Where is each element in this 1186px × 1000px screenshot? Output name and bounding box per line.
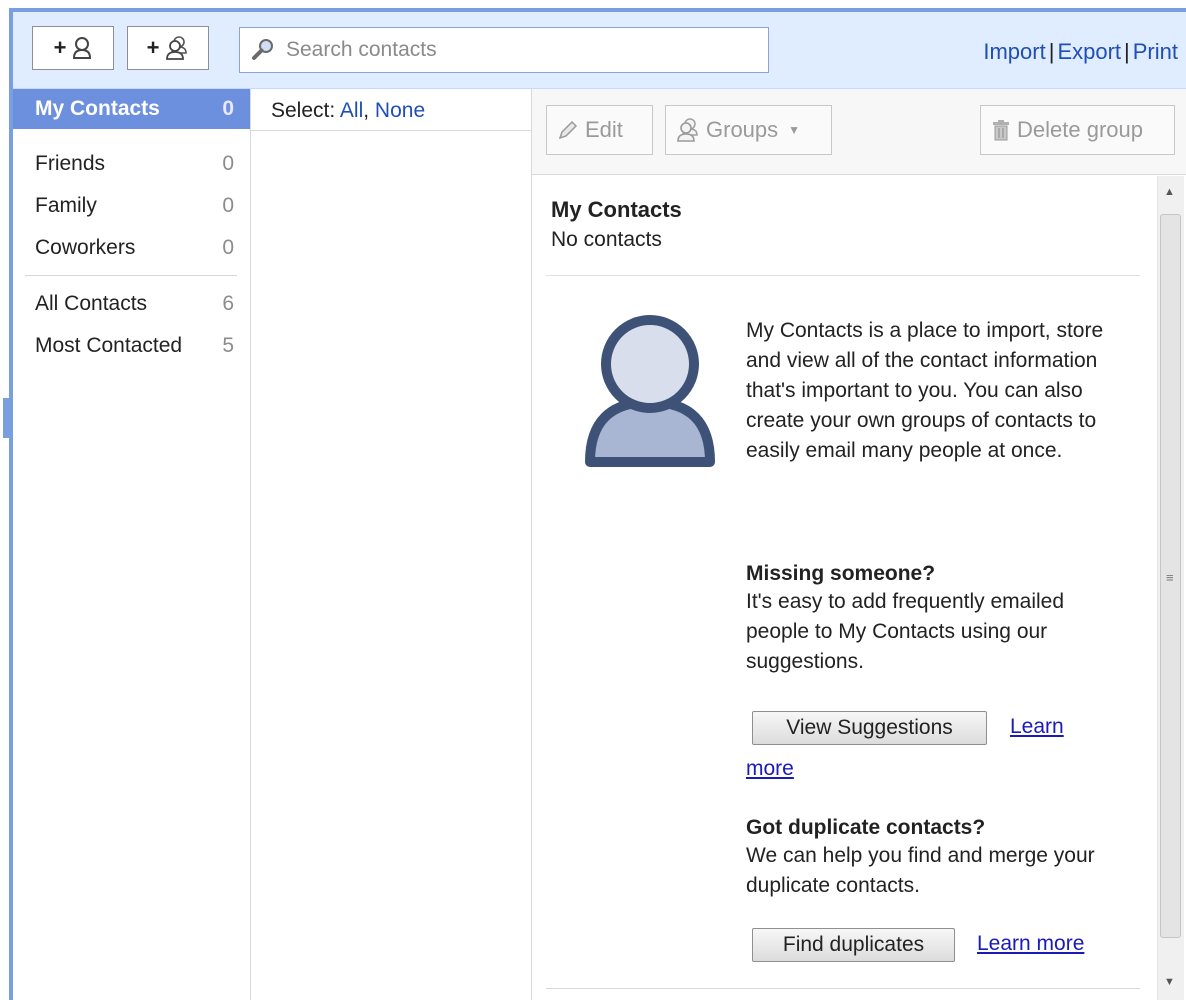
vertical-scrollbar[interactable]: ▲ ≡ ▼ <box>1157 176 1184 1000</box>
contact-list: Select: All, None <box>251 89 532 1000</box>
sidebar-divider <box>25 275 237 276</box>
duplicates-title: Got duplicate contacts? <box>746 816 986 839</box>
sidebar-item-family[interactable]: Family 0 <box>13 187 250 225</box>
left-edge-handle[interactable] <box>3 398 9 438</box>
sidebar-item-count: 0 <box>222 194 234 217</box>
find-duplicates-button[interactable]: Find duplicates <box>752 928 955 962</box>
top-links: Import | Export | Print <box>983 39 1178 65</box>
export-link[interactable]: Export <box>1057 39 1121 64</box>
sidebar-item-most-contacted[interactable]: Most Contacted 5 <box>13 327 250 365</box>
sidebar-item-count: 6 <box>222 292 234 315</box>
scroll-grip-icon: ≡ <box>1166 570 1174 585</box>
person-avatar-icon <box>585 315 715 467</box>
groups-icon <box>677 118 698 142</box>
pencil-icon <box>558 120 578 140</box>
sidebar-item-label: Coworkers <box>35 236 136 259</box>
group-title: My Contacts <box>551 197 682 222</box>
sidebar-item-count: 0 <box>222 236 234 259</box>
edit-label: Edit <box>585 117 623 142</box>
divider <box>546 988 1140 989</box>
action-bar: Edit Groups ▼ Delete group <box>532 89 1186 175</box>
sidebar-item-my-contacts[interactable]: My Contacts 0 <box>13 89 250 129</box>
intro-text: My Contacts is a place to import, store … <box>746 319 1104 462</box>
search-box[interactable] <box>239 27 769 73</box>
select-label: Select: <box>271 99 336 122</box>
print-link[interactable]: Print <box>1133 39 1178 64</box>
sidebar-item-count: 5 <box>222 334 234 357</box>
sidebar-item-count: 0 <box>222 97 234 120</box>
add-contact-icon <box>73 37 92 59</box>
learn-more-link[interactable]: more <box>746 757 794 781</box>
sidebar-item-friends[interactable]: Friends 0 <box>13 145 250 183</box>
select-bar: Select: All, None <box>251 89 531 131</box>
separator: | <box>1048 39 1055 64</box>
sidebar-item-label: Most Contacted <box>35 334 183 357</box>
delete-group-label: Delete group <box>1017 117 1143 142</box>
learn-more-link[interactable]: Learn <box>1010 715 1064 739</box>
edit-button[interactable]: Edit <box>546 105 653 155</box>
plus-sign: + <box>146 35 160 60</box>
scroll-down-arrow-icon[interactable]: ▼ <box>1164 976 1175 988</box>
learn-more-link[interactable]: Learn more <box>977 932 1084 956</box>
chevron-down-icon: ▼ <box>788 123 801 137</box>
search-input[interactable] <box>284 37 748 63</box>
detail-pane: Edit Groups ▼ Delete group My Contacts N… <box>532 89 1186 1000</box>
trash-icon <box>993 120 1009 141</box>
sidebar-item-label: My Contacts <box>35 97 160 120</box>
select-none-link[interactable]: None <box>375 99 425 122</box>
sidebar-item-label: Friends <box>35 152 106 175</box>
contact-count-text: No contacts <box>551 228 662 251</box>
sidebar-item-all-contacts[interactable]: All Contacts 6 <box>13 285 250 323</box>
scroll-up-arrow-icon[interactable]: ▲ <box>1164 186 1175 198</box>
sidebar-item-label: All Contacts <box>35 292 148 315</box>
delete-group-button[interactable]: Delete group <box>980 105 1175 155</box>
select-comma: , <box>363 99 370 122</box>
scrollbar-thumb[interactable]: ≡ <box>1160 214 1181 938</box>
sidebar-item-count: 0 <box>222 152 234 175</box>
separator: | <box>1124 39 1130 64</box>
import-link[interactable]: Import <box>983 39 1045 64</box>
add-group-icon <box>166 36 188 60</box>
groups-label: Groups <box>706 117 779 142</box>
add-group-button[interactable]: + <box>127 26 209 70</box>
duplicates-text: We can help you find and merge your dupl… <box>746 844 1095 897</box>
detail-content: My Contacts No contacts My Contacts is a… <box>532 176 1154 1000</box>
missing-someone-title: Missing someone? <box>746 562 936 585</box>
divider <box>546 275 1140 276</box>
missing-someone-text: It's easy to add frequently emailed peop… <box>746 590 1065 673</box>
groups-sidebar: My Contacts 0 Friends 0 Family 0 Coworke… <box>13 89 251 1000</box>
search-icon <box>252 39 273 60</box>
add-contact-button[interactable]: + <box>32 26 114 70</box>
top-toolbar: + + Import|Export|Print <box>13 12 1186 89</box>
select-all-link[interactable]: All <box>340 99 363 122</box>
sidebar-item-coworkers[interactable]: Coworkers 0 <box>13 229 250 267</box>
view-suggestions-button[interactable]: View Suggestions <box>752 711 987 745</box>
sidebar-item-label: Family <box>35 194 97 217</box>
plus-sign: + <box>53 35 67 60</box>
groups-dropdown[interactable]: Groups ▼ <box>665 105 832 155</box>
